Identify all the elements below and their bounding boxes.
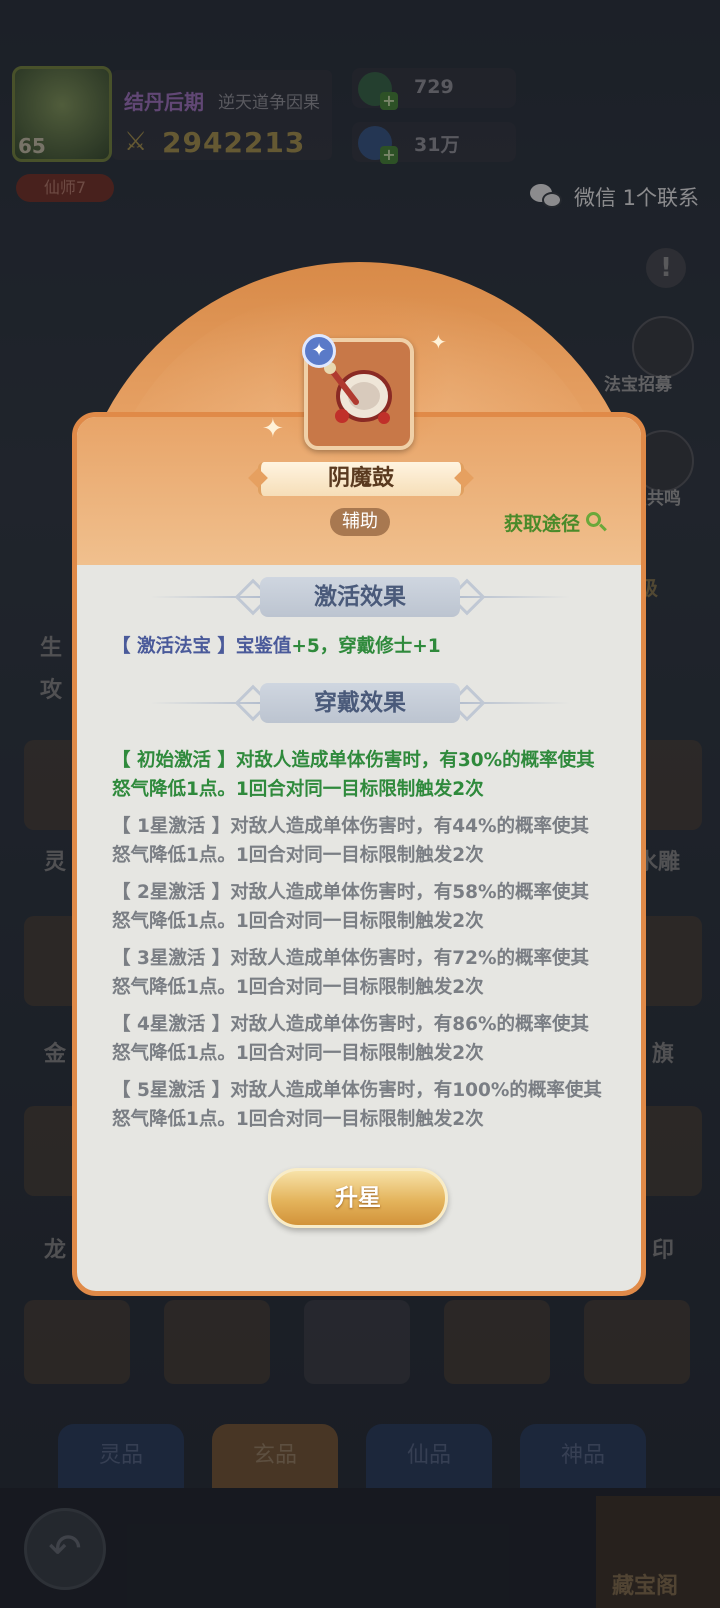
sparkle-icon: ✦ (430, 330, 447, 354)
sparkle-icon: ✦ (262, 414, 284, 444)
effect-line-2: 怒气降低1点。1回合对同一目标限制触发2次 (112, 779, 484, 800)
drum-icon (324, 362, 392, 424)
effect-star-5: 【 5星激活 】对敌人造成单体伤害时，有100%的概率使其 怒气降低1点。1回合… (112, 1076, 612, 1134)
effect-line-2: 怒气降低1点。1回合对同一目标限制触发2次 (112, 1043, 484, 1064)
magnifier-icon (584, 510, 608, 534)
activation-effect-text: 【 激活法宝 】宝鉴值+5，穿戴修士+1 (112, 632, 441, 658)
effect-line-1: 【 5星激活 】对敌人造成单体伤害时，有100%的概率使其 (112, 1080, 602, 1101)
effect-line-1: 【 4星激活 】对敌人造成单体伤害时，有86%的概率使其 (112, 1014, 590, 1035)
activation-effect-title: 激活效果 (260, 577, 460, 617)
effect-line-1: 【 2星激活 】对敌人造成单体伤害时，有58%的概率使其 (112, 882, 590, 903)
effect-line-1: 【 3星激活 】对敌人造成单体伤害时，有72%的概率使其 (112, 948, 590, 969)
effect-line-2: 怒气降低1点。1回合对同一目标限制触发2次 (112, 911, 484, 932)
quality-badge-icon: ✦ (302, 334, 336, 368)
acquire-source-label: 获取途径 (504, 512, 581, 535)
activation-effect-value: +5，穿戴修士+1 (291, 636, 441, 657)
item-name: 阴魔鼓 (258, 462, 464, 496)
effect-line-2: 怒气降低1点。1回合对同一目标限制触发2次 (112, 1109, 484, 1130)
effect-line-2: 怒气降低1点。1回合对同一目标限制触发2次 (112, 845, 484, 866)
effect-line-1: 【 初始激活 】对敌人造成单体伤害时，有30%的概率使其 (112, 750, 595, 771)
activation-effect-label: 【 激活法宝 】宝鉴值 (112, 636, 292, 657)
effect-star-1: 【 1星激活 】对敌人造成单体伤害时，有44%的概率使其 怒气降低1点。1回合对… (112, 812, 612, 870)
effect-star-4: 【 4星激活 】对敌人造成单体伤害时，有86%的概率使其 怒气降低1点。1回合对… (112, 1010, 612, 1068)
item-role-tag: 辅助 (330, 508, 390, 536)
wear-effect-title: 穿戴效果 (260, 683, 460, 723)
effect-star-2: 【 2星激活 】对敌人造成单体伤害时，有58%的概率使其 怒气降低1点。1回合对… (112, 878, 612, 936)
acquire-source-link[interactable]: 获取途径 (504, 508, 608, 536)
game-screen: 65 结丹后期 逆天道争因果 ⚔ 2942213 仙师7 + 729 + 31万… (0, 0, 720, 1608)
upgrade-star-button[interactable]: 升星 (268, 1168, 448, 1228)
effect-initial: 【 初始激活 】对敌人造成单体伤害时，有30%的概率使其 怒气降低1点。1回合对… (112, 746, 612, 804)
effect-line-1: 【 1星激活 】对敌人造成单体伤害时，有44%的概率使其 (112, 816, 590, 837)
effect-star-3: 【 3星激活 】对敌人造成单体伤害时，有72%的概率使其 怒气降低1点。1回合对… (112, 944, 612, 1002)
effect-line-2: 怒气降低1点。1回合对同一目标限制触发2次 (112, 977, 484, 998)
